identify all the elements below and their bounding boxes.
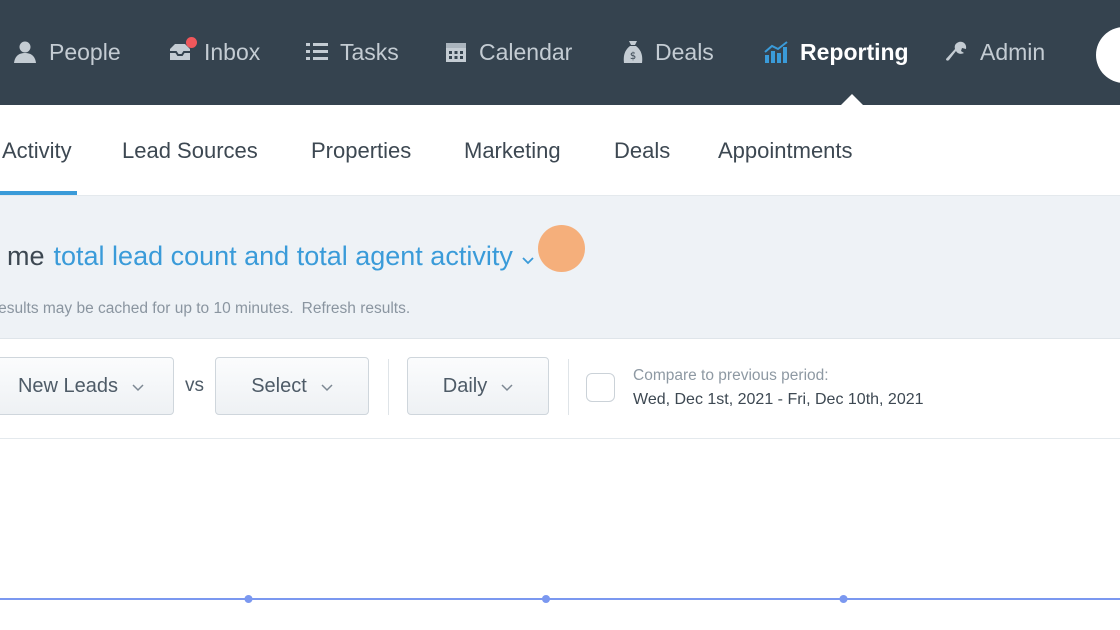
vs-label: vs — [185, 375, 204, 396]
lead-count-chart — [0, 595, 1120, 603]
compare-select-value: Select — [251, 374, 307, 397]
cache-note-text: g results may be cached for up to 10 min… — [0, 300, 294, 317]
active-tab-caret — [841, 94, 863, 105]
compare-metric-select[interactable]: Select — [215, 357, 369, 415]
inbox-icon — [167, 37, 197, 63]
cache-note: g results may be cached for up to 10 min… — [0, 300, 410, 318]
query-sentence: y me total lead count and total agent ac… — [0, 240, 535, 273]
nav-item-label: Deals — [655, 38, 714, 65]
report-query-panel: y me total lead count and total agent ac… — [0, 196, 1120, 339]
chevron-down-icon — [132, 375, 144, 398]
tab-deals[interactable]: Deals — [614, 138, 670, 164]
divider — [568, 359, 569, 415]
data-point[interactable] — [244, 595, 253, 603]
chevron-down-icon — [321, 375, 333, 398]
calendar-icon — [444, 40, 468, 64]
bar-chart-icon — [763, 40, 789, 64]
tasks-list-icon — [305, 41, 329, 63]
nav-item-label: Tasks — [340, 38, 399, 65]
nav-item-reporting[interactable]: Reporting — [763, 30, 909, 74]
top-navigation-bar: People Inbox Tasks Calendar $ Deals Repo… — [0, 0, 1120, 105]
nav-item-label: People — [49, 38, 121, 65]
interval-select-value: Daily — [442, 374, 488, 397]
nav-item-calendar[interactable]: Calendar — [444, 30, 572, 74]
tab-appointments[interactable]: Appointments — [718, 138, 853, 164]
notification-dot — [186, 37, 197, 48]
nav-item-label: Inbox — [204, 38, 261, 65]
active-tab-underline — [0, 191, 77, 195]
metric-select-value: New Leads — [17, 374, 119, 397]
divider — [0, 438, 1120, 439]
interval-select[interactable]: Daily — [407, 357, 549, 415]
nav-item-label: Admin — [980, 38, 1046, 65]
tab-lead-sources[interactable]: Lead Sources — [122, 138, 258, 164]
nav-item-label: Calendar — [479, 38, 573, 65]
nav-item-admin[interactable]: Admin — [945, 30, 1045, 74]
metric-select[interactable]: New Leads — [0, 357, 174, 415]
wrench-icon — [945, 40, 969, 64]
person-icon — [12, 40, 38, 64]
data-point[interactable] — [839, 595, 848, 603]
nav-item-tasks[interactable]: Tasks — [305, 30, 399, 74]
nav-item-label: Reporting — [800, 38, 909, 65]
search-button[interactable] — [1096, 27, 1120, 83]
nav-item-people[interactable]: People — [12, 30, 121, 74]
refresh-results-link[interactable]: Refresh results. — [302, 300, 411, 317]
reporting-subtabs: Activity Lead Sources Properties Marketi… — [0, 105, 1120, 196]
divider — [388, 359, 389, 415]
money-bag-icon: $ — [622, 39, 644, 65]
chevron-down-icon — [501, 375, 513, 398]
chevron-down-icon[interactable] — [521, 242, 535, 273]
tab-marketing[interactable]: Marketing — [464, 138, 561, 164]
query-prefix: y me — [0, 241, 45, 271]
compare-previous-checkbox[interactable] — [586, 373, 615, 402]
compare-label: Compare to previous period: — [633, 367, 829, 384]
nav-item-deals[interactable]: $ Deals — [622, 30, 714, 74]
metric-dropdown-link[interactable]: total lead count and total agent activit… — [54, 241, 513, 272]
tab-properties[interactable]: Properties — [311, 138, 411, 164]
nav-item-inbox[interactable]: Inbox — [167, 30, 260, 74]
svg-text:$: $ — [630, 51, 636, 62]
compare-date-range: Wed, Dec 1st, 2021 - Fri, Dec 10th, 2021 — [633, 391, 924, 408]
tab-activity[interactable]: Activity — [2, 138, 72, 164]
data-point[interactable] — [542, 595, 550, 603]
